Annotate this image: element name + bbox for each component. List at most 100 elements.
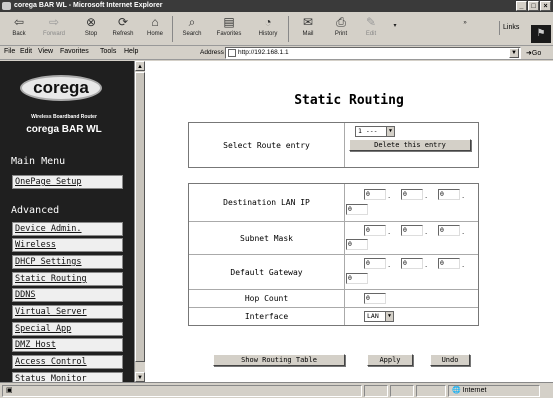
status-text-pane: ▣ <box>2 385 362 397</box>
sidebar-item-static-routing[interactable]: Static Routing <box>12 272 123 286</box>
search-icon: ⌕ <box>188 15 196 29</box>
scroll-thumb[interactable] <box>135 72 145 362</box>
favorites-icon: ▤ <box>223 15 235 29</box>
menu-help[interactable]: Help <box>124 48 138 55</box>
toolbar-more-chevron[interactable]: » <box>460 20 470 26</box>
forward-arrow-icon: ⇨ <box>48 15 60 29</box>
menu-view[interactable]: View <box>38 48 53 55</box>
sidebar-item-dhcp-settings[interactable]: DHCP Settings <box>12 255 123 269</box>
route-settings-table: Destination LAN IP 0 . 0 . 0 . 0 Subnet … <box>188 183 479 326</box>
ie-icon <box>2 2 11 10</box>
menu-file[interactable]: File <box>4 48 15 55</box>
edit-icon: ✎ <box>365 15 377 29</box>
menu-bar: File Edit View Favorites Tools Help Addr… <box>0 46 553 60</box>
back-arrow-icon: ⇦ <box>13 15 25 29</box>
mail-button[interactable]: ✉ Mail <box>294 14 322 37</box>
maximize-button[interactable]: □ <box>528 1 539 11</box>
chevron-down-icon: ▼ <box>385 312 393 321</box>
go-button[interactable]: ➜Go <box>526 49 541 57</box>
undo-button[interactable]: Undo <box>430 354 470 366</box>
globe-icon: 🌐 <box>452 387 461 394</box>
gateway-octet-1[interactable]: 0 <box>364 258 386 269</box>
status-pane <box>416 385 446 397</box>
scroll-down-arrow-icon[interactable]: ▼ <box>135 372 145 382</box>
hop-count-input[interactable]: 0 <box>364 293 386 304</box>
show-routing-table-button[interactable]: Show Routing Table <box>213 354 345 366</box>
sidebar-item-ddns[interactable]: DDNS <box>12 288 123 302</box>
menu-favorites[interactable]: Favorites <box>60 48 89 55</box>
subnet-octet-1[interactable]: 0 <box>364 225 386 236</box>
page-title: Static Routing <box>294 93 404 108</box>
gateway-octet-3[interactable]: 0 <box>438 258 460 269</box>
toolbar-separator <box>172 16 173 42</box>
status-pane <box>364 385 388 397</box>
sidebar-scrollbar[interactable]: ▲ ▼ <box>134 61 145 382</box>
window-title-bar[interactable]: corega BAR WL - Microsoft Internet Explo… <box>0 0 553 12</box>
scroll-up-arrow-icon[interactable]: ▲ <box>135 61 145 71</box>
interface-row: Interface LAN ▼ <box>189 307 478 325</box>
apply-button[interactable]: Apply <box>367 354 413 366</box>
toolbar-dropdown-chevron[interactable]: ▾ <box>388 22 402 29</box>
history-button[interactable]: ◔ History <box>252 14 284 37</box>
menu-edit[interactable]: Edit <box>20 48 32 55</box>
dest-lan-ip-row: Destination LAN IP 0 . 0 . 0 . 0 <box>189 184 478 221</box>
chevron-down-icon: ▼ <box>386 127 394 136</box>
favorites-button[interactable]: ▤ Favorites <box>210 14 248 37</box>
refresh-button[interactable]: ⟳ Refresh <box>108 14 138 37</box>
stop-icon: ⊗ <box>85 15 97 29</box>
links-toolbar[interactable]: Links <box>499 21 529 35</box>
interface-label: Interface <box>189 308 345 325</box>
print-icon: ⎙ <box>336 15 346 29</box>
close-button[interactable]: × <box>540 1 551 11</box>
product-subtitle: Wireless Boardband Router <box>31 114 97 120</box>
minimize-button[interactable]: _ <box>516 1 527 11</box>
home-button[interactable]: ⌂ Home <box>142 14 168 37</box>
subnet-mask-label: Subnet Mask <box>189 222 345 254</box>
hop-count-row: Hop Count 0 <box>189 289 478 307</box>
route-entry-select[interactable]: 1 --- ▼ <box>355 126 395 137</box>
subnet-octet-2[interactable]: 0 <box>401 225 423 236</box>
back-button[interactable]: ⇦ Back <box>4 14 34 37</box>
sidebar-item-virtual-server[interactable]: Virtual Server <box>12 305 123 319</box>
interface-select[interactable]: LAN ▼ <box>364 311 394 322</box>
forward-button[interactable]: ⇨ Forward <box>36 14 72 37</box>
subnet-octet-3[interactable]: 0 <box>438 225 460 236</box>
route-select-row: Select Route entry 1 --- ▼ Delete this e… <box>189 123 478 167</box>
home-icon: ⌂ <box>151 15 159 29</box>
subnet-octet-4[interactable]: 0 <box>346 239 368 250</box>
mail-icon: ✉ <box>302 15 314 29</box>
sidebar-item-onepage-setup[interactable]: OnePage Setup <box>12 175 123 189</box>
sidebar-item-access-control[interactable]: Access Control <box>12 355 123 369</box>
security-zone-pane: 🌐 Internet <box>448 385 540 397</box>
done-page-icon: ▣ <box>6 387 13 394</box>
chevron-down-icon: ▾ <box>393 23 397 29</box>
sidebar-item-wireless[interactable]: Wireless <box>12 238 123 252</box>
toolbar-separator <box>288 16 289 42</box>
address-dropdown-button[interactable]: ▼ <box>509 48 519 58</box>
select-route-label: Select Route entry <box>189 123 345 167</box>
dest-ip-octet-3[interactable]: 0 <box>438 189 460 200</box>
address-label: Address <box>200 49 224 56</box>
sidebar-item-status-monitor[interactable]: Status Monitor <box>12 372 123 382</box>
delete-entry-button[interactable]: Delete this entry <box>349 139 471 151</box>
address-input[interactable]: http://192.168.1.1 <box>225 47 521 59</box>
windows-logo-icon: ⚑ <box>531 25 551 43</box>
search-button[interactable]: ⌕ Search <box>178 14 206 37</box>
sidebar-item-dmz-host[interactable]: DMZ Host <box>12 338 123 352</box>
sidebar-item-device-admin[interactable]: Device Admin. <box>12 222 123 236</box>
sidebar-item-special-app[interactable]: Special App <box>12 322 123 336</box>
corega-logo: corega <box>20 75 102 101</box>
dest-ip-octet-1[interactable]: 0 <box>364 189 386 200</box>
dest-ip-octet-4[interactable]: 0 <box>346 204 368 215</box>
status-pane <box>390 385 414 397</box>
print-button[interactable]: ⎙ Print <box>328 14 354 37</box>
status-bar: ▣ 🌐 Internet <box>0 382 553 398</box>
main-frame: Static Routing Select Route entry 1 --- … <box>145 61 553 382</box>
edit-button[interactable]: ✎ Edit <box>358 14 384 37</box>
dest-ip-octet-2[interactable]: 0 <box>401 189 423 200</box>
menu-tools[interactable]: Tools <box>100 48 116 55</box>
gateway-octet-4[interactable]: 0 <box>346 273 368 284</box>
stop-button[interactable]: ⊗ Stop <box>78 14 104 37</box>
gateway-octet-2[interactable]: 0 <box>401 258 423 269</box>
select-route-cell: 1 --- ▼ Delete this entry <box>346 123 478 167</box>
